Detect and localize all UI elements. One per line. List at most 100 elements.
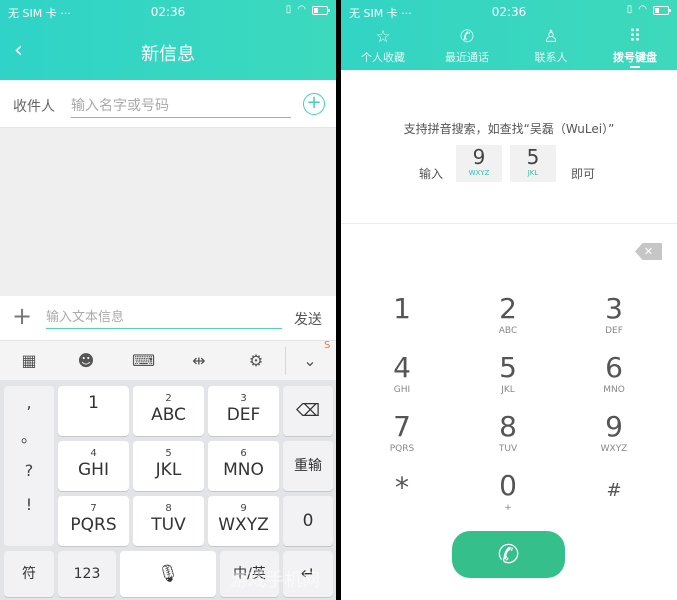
add-contact-icon[interactable]: +: [303, 93, 325, 115]
key-sup: 8: [165, 503, 172, 514]
tab-contacts[interactable]: ♙ 联系人: [509, 27, 593, 69]
key-sup: 3: [240, 393, 247, 404]
dial-key-2[interactable]: 2 ABC: [458, 293, 558, 349]
key-3[interactable]: 3 DEF: [208, 386, 279, 436]
message-thread-area: [0, 128, 336, 296]
key-1[interactable]: 1: [58, 386, 129, 436]
hint-key-5: 5 JKL: [510, 145, 556, 182]
tab-label: 拨号键盘: [613, 51, 657, 64]
screenshot-root: 无 SIM 卡 ··· 02:36 ▯ ◠ ‹ 新信息 收件人 + + 发送 ▦: [0, 0, 677, 600]
reinput-label: 重输: [294, 458, 322, 474]
key-main: 1: [88, 393, 99, 413]
grid-menu-icon[interactable]: ▦: [18, 350, 40, 372]
key-2[interactable]: 2 ABC: [133, 386, 204, 436]
star-icon: ☆: [375, 27, 391, 47]
punctuation-key[interactable]: ,: [4, 386, 54, 420]
symbol-label: 符: [22, 566, 36, 582]
status-icons: ▯ ◠: [627, 4, 671, 16]
dialer-header: 无 SIM 卡 ··· 02:36 ▯ ◠ ☆ 个人收藏 ✆ 最近通话 ♙ 联系…: [341, 0, 677, 70]
attach-plus-icon[interactable]: +: [12, 304, 32, 328]
tab-recent-calls[interactable]: ✆ 最近通话: [425, 27, 509, 69]
punctuation-column[interactable]: , 。 ? !: [4, 386, 54, 546]
settings-gear-icon[interactable]: ⚙: [245, 350, 267, 372]
punctuation-key[interactable]: 。: [4, 420, 54, 454]
dial-key-3[interactable]: 3 DEF: [564, 293, 664, 349]
key-main: PQRS: [70, 515, 117, 535]
key-main: GHI: [78, 460, 109, 480]
dial-key-6[interactable]: 6 MNO: [564, 352, 664, 408]
hint-key-num: 5: [526, 145, 540, 169]
dial-key-num: 1: [393, 292, 411, 325]
key-sup: 4: [90, 448, 97, 459]
collapse-keyboard-icon[interactable]: ⌄: [299, 350, 321, 372]
key-main: ABC: [151, 405, 186, 425]
dial-key-num: 6: [605, 351, 623, 384]
battery-icon: [653, 5, 671, 15]
dial-key-8[interactable]: 8 TUV: [458, 411, 558, 467]
key-0[interactable]: 0: [283, 496, 333, 546]
key-main: WXYZ: [218, 515, 269, 535]
dial-key-num: 2: [499, 292, 517, 325]
dial-key-num: 0: [499, 469, 517, 502]
number-mode-label: 123: [73, 566, 101, 582]
recipient-label: 收件人: [13, 99, 55, 115]
tab-label: 联系人: [534, 51, 568, 64]
keyboard-icon[interactable]: ⌨: [132, 350, 155, 372]
message-text-input[interactable]: [46, 305, 282, 329]
hint-key-9: 9 WXYZ: [456, 145, 502, 182]
dial-key-num: 8: [499, 410, 517, 443]
status-bar: 无 SIM 卡 ··· 02:36 ▯ ◠: [0, 0, 336, 24]
page-title: 新信息: [141, 44, 195, 65]
compose-row: + 发送: [0, 296, 336, 340]
input-method-logo-icon: S: [324, 340, 331, 351]
active-tab-indicator: [630, 66, 640, 68]
tab-favorites[interactable]: ☆ 个人收藏: [341, 27, 425, 69]
key-6[interactable]: 6 MNO: [208, 441, 279, 491]
dial-key-sub: TUV: [498, 444, 518, 454]
hint-key-sub: WXYZ: [468, 169, 490, 177]
symbol-key[interactable]: 符: [4, 551, 54, 597]
pinyin-search-hint: 支持拼音搜索，如查找“吴磊（WuLei）”: [403, 122, 615, 136]
key-7[interactable]: 7 PQRS: [58, 496, 129, 546]
vibrate-icon: ▯: [285, 4, 292, 15]
dial-key-num: #: [606, 480, 622, 501]
dial-key-5[interactable]: 5 JKL: [458, 352, 558, 408]
key-sup: 6: [240, 448, 247, 459]
hint-example-row: 输入 9 WXYZ 5 JKL 即可: [341, 145, 677, 185]
emoji-icon[interactable]: ☻: [75, 350, 97, 372]
call-button[interactable]: ✆: [452, 531, 565, 578]
hint-then-label: 即可: [571, 167, 596, 181]
dial-key-4[interactable]: 4 GHI: [352, 352, 452, 408]
punctuation-key[interactable]: ?: [4, 454, 54, 488]
key-5[interactable]: 5 JKL: [133, 441, 204, 491]
recipient-row: 收件人: [0, 80, 336, 128]
dial-key-sub: MNO: [603, 385, 625, 395]
hint-key-num: 9: [472, 145, 486, 169]
key-sup: 7: [90, 503, 97, 514]
wifi-icon: ◠: [297, 4, 306, 15]
tab-dialpad[interactable]: ⠿ 拨号键盘: [593, 27, 677, 69]
key-9[interactable]: 9 WXYZ: [208, 496, 279, 546]
dial-key-0[interactable]: 0 +: [458, 470, 558, 526]
voice-space-key[interactable]: 🎙: [120, 551, 216, 597]
hint-divider: [341, 223, 677, 224]
dial-key-9[interactable]: 9 WXYZ: [564, 411, 664, 467]
punctuation-key[interactable]: !: [4, 488, 54, 522]
send-button[interactable]: 发送: [294, 309, 322, 329]
dial-key-num: 7: [393, 410, 411, 443]
number-mode-key[interactable]: 123: [58, 551, 116, 597]
hint-input-label: 输入: [419, 167, 444, 181]
watermark-text: 游戏手机网: [230, 570, 320, 591]
dial-key-star[interactable]: *: [352, 472, 452, 528]
key-8[interactable]: 8 TUV: [133, 496, 204, 546]
status-bar: 无 SIM 卡 ··· 02:36 ▯ ◠: [341, 0, 677, 24]
reinput-key[interactable]: 重输: [283, 441, 333, 491]
dial-key-1[interactable]: 1: [352, 293, 452, 349]
cursor-move-icon[interactable]: ⇹: [188, 350, 210, 372]
backspace-key[interactable]: ⌫: [283, 386, 333, 436]
key-4[interactable]: 4 GHI: [58, 441, 129, 491]
dial-backspace-icon[interactable]: ✕: [635, 243, 662, 260]
dial-key-hash[interactable]: #: [564, 475, 664, 531]
dial-key-7[interactable]: 7 PQRS: [352, 411, 452, 467]
recipient-input[interactable]: [71, 92, 291, 118]
